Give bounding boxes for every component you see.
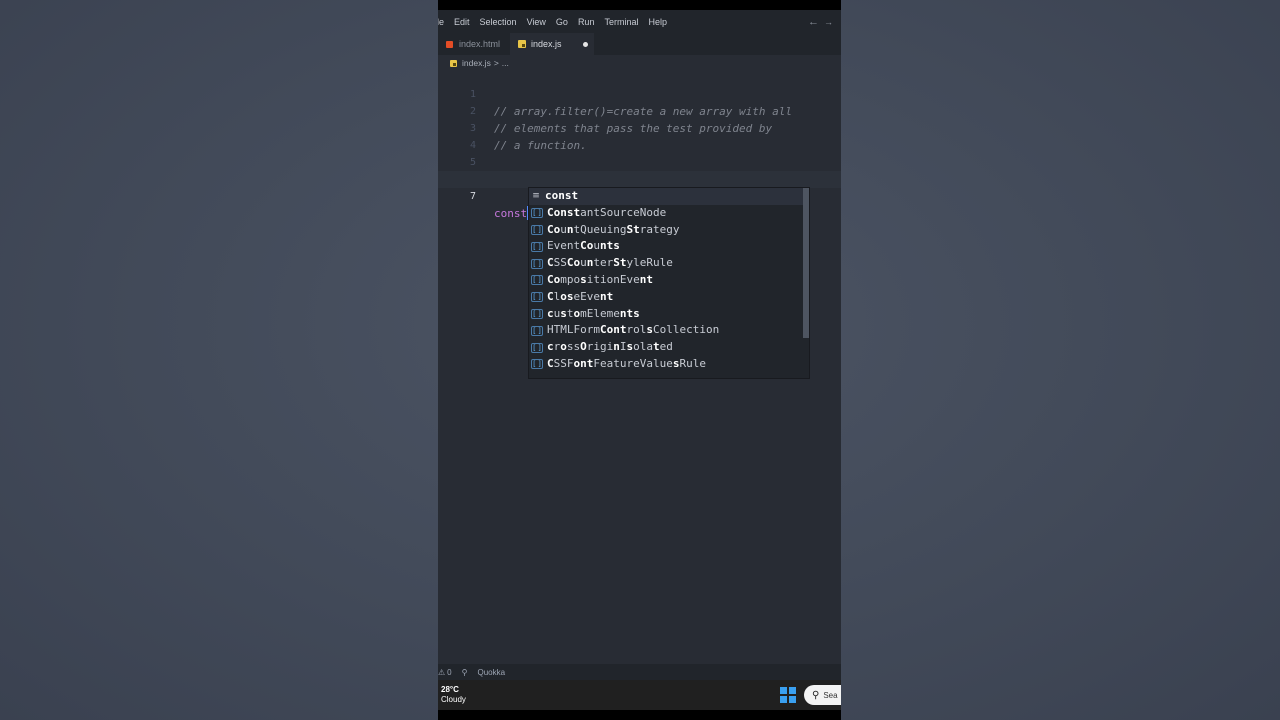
suggestion-label: EventCounts <box>547 239 620 253</box>
vscode-window: ile Edit Selection View Go Run Terminal … <box>438 0 841 720</box>
suggest-scrollbar[interactable] <box>803 188 809 338</box>
breadcrumb-file[interactable]: index.js <box>462 58 491 68</box>
menu-go[interactable]: Go <box>556 17 568 27</box>
search-text: Sea <box>823 690 838 700</box>
keyword-token: const <box>494 207 528 220</box>
menu-selection[interactable]: Selection <box>480 17 517 27</box>
code-editor[interactable]: 1 // array.filter()=create a new array w… <box>438 71 841 660</box>
menu-help[interactable]: Help <box>648 17 667 27</box>
menu-edit[interactable]: Edit <box>454 17 470 27</box>
variable-icon: [ ] <box>531 308 543 319</box>
top-letterbox <box>438 0 841 10</box>
menu-file[interactable]: ile <box>438 17 444 27</box>
unsaved-dot-icon[interactable] <box>583 42 589 47</box>
weather-widget[interactable]: 28°C Cloudy <box>441 685 466 705</box>
suggestion-item[interactable]: [ ] EventCounts <box>529 238 809 255</box>
suggestion-item[interactable]: [ ] ConstantSourceNode <box>529 205 809 222</box>
variable-icon: [ ] <box>531 359 543 370</box>
suggestion-label: const <box>545 189 579 202</box>
tab-label: index.html <box>459 39 501 49</box>
weather-condition: Cloudy <box>441 695 466 704</box>
temperature: 28°C <box>441 685 459 694</box>
js-file-icon <box>450 59 457 67</box>
back-arrow-icon[interactable]: ← <box>808 16 819 28</box>
status-bar: ⚠ 0 ⚲ Quokka <box>438 664 841 680</box>
variable-icon: [ ] <box>531 208 543 219</box>
error-count[interactable]: 0 <box>447 668 451 677</box>
menu-terminal[interactable]: Terminal <box>604 17 638 27</box>
code-line: 2 // elements that pass the test provide… <box>438 86 841 135</box>
menu-bar: ile Edit Selection View Go Run Terminal … <box>438 10 841 33</box>
suggestion-label: CSSFontFeatureValuesRule <box>547 356 706 370</box>
variable-icon: [ ] <box>531 224 543 235</box>
suggestion-label: CountQueuingStrategy <box>547 222 680 236</box>
code-line: 5 const num=[1, 2, 3, 4, 5, 6, 7, 8, 9, … <box>438 137 841 186</box>
taskbar-search[interactable]: ⚲ Sea <box>804 685 841 705</box>
tab-index-html[interactable]: index.html <box>438 33 510 55</box>
tab-label: index.js <box>531 39 562 49</box>
variable-icon: [ ] <box>531 292 543 303</box>
suggestion-label: CloseEvent <box>547 289 614 303</box>
suggestion-label: crossOriginIsolated <box>547 340 673 354</box>
keyword-icon: ≡ <box>532 191 540 202</box>
line-number: 7 <box>469 191 476 202</box>
windows-taskbar: 28°C Cloudy ⚲ Sea <box>438 680 841 710</box>
variable-icon: [ ] <box>531 258 543 269</box>
windows-start-icon[interactable] <box>780 687 796 703</box>
suggestion-item[interactable]: [ ] HTMLFormControlsCollection <box>529 322 809 339</box>
suggestion-item[interactable]: ≡ const <box>529 188 809 205</box>
suggestion-item[interactable]: [ ] CountQueuingStrategy <box>529 222 809 239</box>
suggestion-item[interactable]: [ ] customElements <box>529 306 809 323</box>
code-line: 3 // a function. <box>438 103 841 152</box>
suggestion-label: CSSCounterStyleRule <box>547 256 673 270</box>
code-line: 6 <box>438 154 841 185</box>
suggestion-label: HTMLFormControlsCollection <box>547 323 720 337</box>
flask-icon[interactable]: ⚲ <box>462 668 468 677</box>
menu-view[interactable]: View <box>527 17 546 27</box>
tab-index-js[interactable]: index.js <box>510 33 595 55</box>
menu-run[interactable]: Run <box>578 17 595 27</box>
warning-icon[interactable]: ⚠ <box>438 668 445 677</box>
code-line: 4 <box>438 120 841 151</box>
search-icon: ⚲ <box>812 689 820 701</box>
suggestion-item[interactable]: [ ] CompositionEvent <box>529 272 809 289</box>
suggestion-item[interactable]: [ ] CSSFontFeatureValuesRule <box>529 356 809 373</box>
variable-icon: [ ] <box>531 325 543 336</box>
breadcrumb-rest[interactable]: ... <box>502 58 509 68</box>
variable-icon: [ ] <box>531 275 543 286</box>
suggestion-item[interactable]: [ ] crossOriginIsolated <box>529 339 809 356</box>
editor-tabs: index.html index.js <box>438 33 841 55</box>
suggestion-label: CompositionEvent <box>547 272 653 286</box>
quokka-status[interactable]: Quokka <box>477 668 505 677</box>
forward-arrow-icon[interactable]: → <box>824 17 833 27</box>
variable-icon: [ ] <box>531 241 543 252</box>
suggestion-label: customElements <box>547 306 640 320</box>
js-file-icon <box>518 40 527 48</box>
suggestion-item[interactable]: [ ] CloseEvent <box>529 289 809 306</box>
autocomplete-popup[interactable]: ≡ const [ ] ConstantSourceNode [ ] Count… <box>528 187 810 379</box>
breadcrumb-separator: > <box>493 58 499 68</box>
variable-icon: [ ] <box>531 342 543 353</box>
html-file-icon <box>446 40 453 48</box>
current-code-line: 7 const <box>438 171 841 220</box>
bottom-letterbox <box>438 710 841 720</box>
suggestion-label: ConstantSourceNode <box>547 205 667 219</box>
code-statement: const <box>494 205 529 222</box>
code-line: 1 // array.filter()=create a new array w… <box>438 69 841 118</box>
suggestion-item[interactable]: [ ] CSSCounterStyleRule <box>529 255 809 272</box>
